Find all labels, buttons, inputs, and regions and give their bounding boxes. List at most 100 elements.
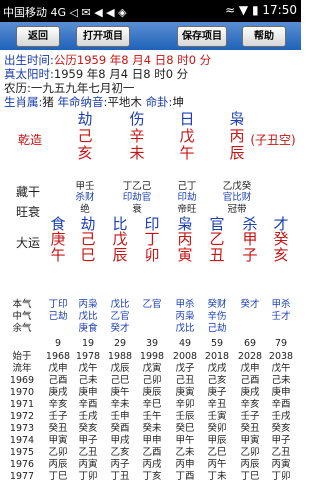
annual-cell: 壬寅: [207, 411, 227, 422]
zhong-qi: 己劫: [48, 311, 68, 322]
zodiac-value: 猪: [42, 95, 54, 109]
lunar-label: 农历:: [4, 81, 31, 95]
major-luck-label: 大运: [15, 236, 40, 250]
annual-cell: 丙辰: [48, 459, 68, 470]
start-year: 1978: [75, 351, 101, 362]
annual-cell: 戊申: [240, 363, 260, 374]
birth-time-value: 公历1959 年8 月4 日8 时0 分: [53, 53, 212, 67]
carrier-label: 中国移动 4G ◁ ✉ ◀ ◀ ◈: [3, 4, 127, 20]
annual-cell: 甲辰: [207, 435, 227, 446]
annual-cell: 己巳: [110, 375, 130, 386]
pillar-god: 日: [179, 110, 195, 128]
pillar-branch: 辰: [229, 144, 245, 162]
annual-cell: 乙卯: [48, 447, 68, 458]
start-year: 2008: [172, 351, 198, 362]
start-year: 2038: [268, 351, 294, 362]
zhong-qi-label: 中气: [12, 311, 32, 322]
pillar-label: 乾造: [17, 133, 42, 147]
open-project-button[interactable]: 打开项目: [76, 26, 130, 47]
ben-qi: 癸才: [240, 299, 260, 310]
annual-cell: 丁卯: [271, 471, 291, 482]
annual-cell: 辛亥: [240, 399, 260, 410]
strength-value: 冠带: [227, 204, 247, 215]
annual-cell: 壬辰: [175, 411, 195, 422]
annual-cell: 戊辰: [110, 363, 130, 374]
annual-year: 1969: [9, 375, 35, 386]
hidden-stem-god: 印劫: [177, 192, 197, 203]
luck-branch: 巳: [80, 246, 96, 264]
zhong-qi: 壬才: [271, 311, 291, 322]
annual-cell: 戊寅: [142, 363, 162, 374]
annual-cell: 庚申: [271, 387, 291, 398]
strength-label: 旺衰: [15, 205, 40, 219]
luck-branch: 寅: [177, 246, 193, 264]
pillar-stem: 辛: [129, 127, 145, 145]
annual-cell: 癸丑: [48, 423, 68, 434]
annual-cell: 甲子: [271, 435, 291, 446]
annual-cell: 壬子: [48, 411, 68, 422]
zodiac-line: 生肖属:猪 年命纳音:平地木 命卦:坤: [4, 95, 184, 109]
annual-year: 1976: [9, 459, 35, 470]
status-bar: 中国移动 4G ◁ ✉ ◀ ◀ ◈ ≈ ▼ ▮ 17:50: [0, 0, 301, 22]
annual-cell: 丙申: [175, 459, 195, 470]
annual-cell: 辛丑: [207, 399, 227, 410]
luck-branch: 午: [50, 246, 66, 264]
annual-cell: 己酉: [240, 375, 260, 386]
annual-cell: 丁卯: [78, 471, 98, 482]
zhong-qi: 乙官: [110, 311, 130, 322]
hidden-stem: 丁乙己: [122, 181, 152, 192]
annual-cell: 己未: [271, 375, 291, 386]
annual-cell: 壬申: [110, 411, 130, 422]
strength-value: 衰: [132, 204, 142, 215]
annual-cell: 甲子: [78, 435, 98, 446]
annual-cell: 庚申: [78, 387, 98, 398]
pillar-branch: 午: [179, 144, 195, 162]
annual-cell: 己卯: [142, 375, 162, 386]
annual-cell: 丙戌: [142, 459, 162, 470]
status-right: ≈ ▼ ▮ 17:50: [225, 3, 297, 17]
annual-cell: 丁巳: [240, 471, 260, 482]
pillar-branch: 亥: [77, 144, 93, 162]
hidden-stem: 己丁: [177, 181, 197, 192]
annual-cell: 丁酉: [175, 471, 195, 482]
hidden-stem-god: 印劫官: [122, 192, 152, 203]
annual-cell: 辛酉: [271, 399, 291, 410]
ben-qi: 乙官: [142, 299, 162, 310]
luck-branch: 丑: [209, 246, 225, 264]
annual-cell: 乙卯: [240, 447, 260, 458]
help-button[interactable]: 帮助: [242, 26, 286, 47]
solar-time-value: 1959 年8 月4 日8 时0 分: [53, 67, 189, 81]
luck-age: 39: [145, 338, 159, 349]
save-project-button[interactable]: 保存项目: [177, 26, 227, 47]
signal-icon: ≈ ▼ ▮: [225, 3, 259, 17]
ben-qi: 甲杀: [271, 299, 291, 310]
yu-qi: 庚食: [78, 323, 98, 334]
back-button[interactable]: 返回: [16, 26, 60, 47]
annual-cell: 戊子: [175, 363, 195, 374]
zhong-qi: 丙枭: [175, 311, 195, 322]
annual-year: 1973: [9, 423, 35, 434]
annual-year: 1975: [9, 447, 35, 458]
hidden-stem-god: 杀财: [75, 192, 95, 203]
annual-cell: 庚寅: [175, 387, 195, 398]
annual-cell: 癸酉: [110, 423, 130, 434]
annual-cell: 己丑: [175, 375, 195, 386]
ben-qi: 戊比: [110, 299, 130, 310]
annual-cell: 乙酉: [142, 447, 162, 458]
annual-cell: 戊午: [271, 363, 291, 374]
annual-cell: 丙寅: [271, 459, 291, 470]
luck-branch: 亥: [273, 246, 289, 264]
gua-value: 坤: [172, 95, 184, 109]
annual-cell: 丙午: [207, 459, 227, 470]
annual-year: 1970: [9, 387, 35, 398]
annual-cell: 丁亥: [142, 471, 162, 482]
pillar-god: 枭: [229, 110, 245, 128]
lunar-date-line: 农历:一九五九年七月初一: [4, 81, 134, 95]
annual-cell: 戊戌: [207, 363, 227, 374]
clock: 17:50: [262, 3, 297, 17]
annual-cell: 丁巳: [48, 471, 68, 482]
annual-cell: 癸亥: [78, 423, 98, 434]
hidden-stem: 乙戊癸: [222, 181, 252, 192]
annual-cell: 戊午: [78, 363, 98, 374]
annual-cell: 庚戌: [48, 387, 68, 398]
